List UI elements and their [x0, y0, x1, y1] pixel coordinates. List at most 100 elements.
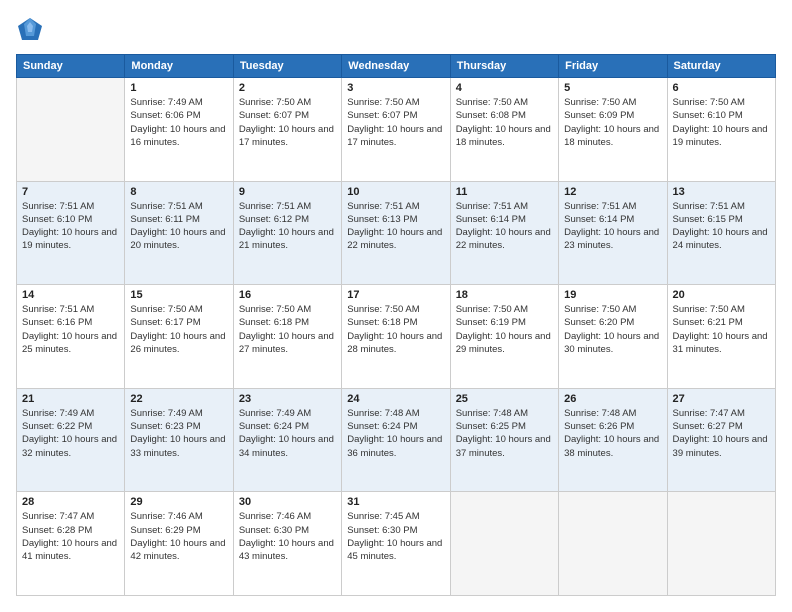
day-info: Sunrise: 7:51 AMSunset: 6:10 PMDaylight:… [22, 200, 119, 253]
day-info: Sunrise: 7:51 AMSunset: 6:15 PMDaylight:… [673, 200, 770, 253]
day-number: 7 [22, 186, 119, 198]
calendar-cell: 25 Sunrise: 7:48 AMSunset: 6:25 PMDayligh… [450, 388, 558, 492]
day-info: Sunrise: 7:50 AMSunset: 6:20 PMDaylight:… [564, 303, 661, 356]
day-number: 13 [673, 186, 770, 198]
day-info: Sunrise: 7:48 AMSunset: 6:26 PMDaylight:… [564, 407, 661, 460]
day-number: 9 [239, 186, 336, 198]
day-info: Sunrise: 7:48 AMSunset: 6:24 PMDaylight:… [347, 407, 444, 460]
weekday-header-monday: Monday [125, 55, 233, 78]
calendar-cell: 30Sunrise: 7:46 AMSunset: 6:30 PMDayligh… [233, 492, 341, 596]
day-number: 4 [456, 82, 553, 94]
day-number: 8 [130, 186, 227, 198]
calendar-cell [17, 78, 125, 182]
day-info: Sunrise: 7:50 AMSunset: 6:07 PMDaylight:… [239, 96, 336, 149]
calendar-cell: 23 Sunrise: 7:49 AMSunset: 6:24 PMDayligh… [233, 388, 341, 492]
header [16, 16, 776, 44]
calendar-cell: 2 Sunrise: 7:50 AMSunset: 6:07 PMDaylight… [233, 78, 341, 182]
day-number: 22 [130, 393, 227, 405]
calendar-cell: 11 Sunrise: 7:51 AMSunset: 6:14 PMDayligh… [450, 181, 558, 285]
day-number: 15 [130, 289, 227, 301]
day-number: 31 [347, 496, 444, 508]
weekday-header-thursday: Thursday [450, 55, 558, 78]
day-info: Sunrise: 7:50 AMSunset: 6:07 PMDaylight:… [347, 96, 444, 149]
logo-icon [16, 16, 44, 44]
calendar-cell: 31 Sunrise: 7:45 AMSunset: 6:30 PMDayligh… [342, 492, 450, 596]
day-info: Sunrise: 7:51 AMSunset: 6:13 PMDaylight:… [347, 200, 444, 253]
calendar-cell: 9 Sunrise: 7:51 AMSunset: 6:12 PMDaylight… [233, 181, 341, 285]
day-info: Sunrise: 7:49 AMSunset: 6:23 PMDaylight:… [130, 407, 227, 460]
day-number: 12 [564, 186, 661, 198]
day-number: 17 [347, 289, 444, 301]
calendar-cell: 20 Sunrise: 7:50 AMSunset: 6:21 PMDayligh… [667, 285, 775, 389]
calendar-cell: 28 Sunrise: 7:47 AMSunset: 6:28 PMDayligh… [17, 492, 125, 596]
day-info: Sunrise: 7:50 AMSunset: 6:17 PMDaylight:… [130, 303, 227, 356]
day-number: 6 [673, 82, 770, 94]
day-number: 10 [347, 186, 444, 198]
calendar-cell: 12 Sunrise: 7:51 AMSunset: 6:14 PMDayligh… [559, 181, 667, 285]
calendar-cell: 14Sunrise: 7:51 AMSunset: 6:16 PMDayligh… [17, 285, 125, 389]
calendar-cell [667, 492, 775, 596]
calendar-week-row: 14Sunrise: 7:51 AMSunset: 6:16 PMDayligh… [17, 285, 776, 389]
calendar-cell: 6 Sunrise: 7:50 AMSunset: 6:10 PMDaylight… [667, 78, 775, 182]
day-info: Sunrise: 7:50 AMSunset: 6:09 PMDaylight:… [564, 96, 661, 149]
day-number: 20 [673, 289, 770, 301]
weekday-header-wednesday: Wednesday [342, 55, 450, 78]
calendar-week-row: 21 Sunrise: 7:49 AMSunset: 6:22 PMDayligh… [17, 388, 776, 492]
calendar-cell: 27Sunrise: 7:47 AMSunset: 6:27 PMDayligh… [667, 388, 775, 492]
day-number: 21 [22, 393, 119, 405]
day-info: Sunrise: 7:50 AMSunset: 6:19 PMDaylight:… [456, 303, 553, 356]
day-info: Sunrise: 7:46 AMSunset: 6:30 PMDaylight:… [239, 510, 336, 563]
calendar-cell: 16 Sunrise: 7:50 AMSunset: 6:18 PMDayligh… [233, 285, 341, 389]
day-number: 28 [22, 496, 119, 508]
calendar-cell: 4 Sunrise: 7:50 AMSunset: 6:08 PMDaylight… [450, 78, 558, 182]
weekday-header-row: SundayMondayTuesdayWednesdayThursdayFrid… [17, 55, 776, 78]
day-info: Sunrise: 7:51 AMSunset: 6:16 PMDaylight:… [22, 303, 119, 356]
calendar-cell: 22 Sunrise: 7:49 AMSunset: 6:23 PMDayligh… [125, 388, 233, 492]
calendar-cell: 21 Sunrise: 7:49 AMSunset: 6:22 PMDayligh… [17, 388, 125, 492]
day-info: Sunrise: 7:51 AMSunset: 6:14 PMDaylight:… [456, 200, 553, 253]
calendar-cell: 17 Sunrise: 7:50 AMSunset: 6:18 PMDayligh… [342, 285, 450, 389]
logo [16, 16, 48, 44]
day-info: Sunrise: 7:50 AMSunset: 6:21 PMDaylight:… [673, 303, 770, 356]
calendar-cell: 13 Sunrise: 7:51 AMSunset: 6:15 PMDayligh… [667, 181, 775, 285]
day-info: Sunrise: 7:45 AMSunset: 6:30 PMDaylight:… [347, 510, 444, 563]
day-info: Sunrise: 7:51 AMSunset: 6:12 PMDaylight:… [239, 200, 336, 253]
day-number: 2 [239, 82, 336, 94]
day-number: 16 [239, 289, 336, 301]
calendar-cell: 3 Sunrise: 7:50 AMSunset: 6:07 PMDaylight… [342, 78, 450, 182]
day-info: Sunrise: 7:49 AMSunset: 6:22 PMDaylight:… [22, 407, 119, 460]
calendar-cell: 26 Sunrise: 7:48 AMSunset: 6:26 PMDayligh… [559, 388, 667, 492]
day-number: 18 [456, 289, 553, 301]
day-number: 1 [130, 82, 227, 94]
day-number: 11 [456, 186, 553, 198]
calendar-cell: 18 Sunrise: 7:50 AMSunset: 6:19 PMDayligh… [450, 285, 558, 389]
day-info: Sunrise: 7:48 AMSunset: 6:25 PMDaylight:… [456, 407, 553, 460]
day-info: Sunrise: 7:50 AMSunset: 6:18 PMDaylight:… [347, 303, 444, 356]
day-info: Sunrise: 7:50 AMSunset: 6:08 PMDaylight:… [456, 96, 553, 149]
weekday-header-tuesday: Tuesday [233, 55, 341, 78]
day-info: Sunrise: 7:51 AMSunset: 6:11 PMDaylight:… [130, 200, 227, 253]
calendar-cell: 24Sunrise: 7:48 AMSunset: 6:24 PMDayligh… [342, 388, 450, 492]
calendar-cell: 7 Sunrise: 7:51 AMSunset: 6:10 PMDaylight… [17, 181, 125, 285]
day-info: Sunrise: 7:47 AMSunset: 6:28 PMDaylight:… [22, 510, 119, 563]
calendar-cell: 5Sunrise: 7:50 AMSunset: 6:09 PMDaylight… [559, 78, 667, 182]
day-number: 25 [456, 393, 553, 405]
day-info: Sunrise: 7:50 AMSunset: 6:18 PMDaylight:… [239, 303, 336, 356]
day-number: 29 [130, 496, 227, 508]
calendar-cell: 1 Sunrise: 7:49 AMSunset: 6:06 PMDaylight… [125, 78, 233, 182]
calendar-cell: 15 Sunrise: 7:50 AMSunset: 6:17 PMDayligh… [125, 285, 233, 389]
day-number: 3 [347, 82, 444, 94]
calendar-cell [450, 492, 558, 596]
day-info: Sunrise: 7:49 AMSunset: 6:24 PMDaylight:… [239, 407, 336, 460]
day-number: 23 [239, 393, 336, 405]
day-info: Sunrise: 7:51 AMSunset: 6:14 PMDaylight:… [564, 200, 661, 253]
day-number: 26 [564, 393, 661, 405]
page: SundayMondayTuesdayWednesdayThursdayFrid… [0, 0, 792, 612]
day-info: Sunrise: 7:49 AMSunset: 6:06 PMDaylight:… [130, 96, 227, 149]
day-info: Sunrise: 7:50 AMSunset: 6:10 PMDaylight:… [673, 96, 770, 149]
weekday-header-sunday: Sunday [17, 55, 125, 78]
calendar-table: SundayMondayTuesdayWednesdayThursdayFrid… [16, 54, 776, 596]
weekday-header-friday: Friday [559, 55, 667, 78]
weekday-header-saturday: Saturday [667, 55, 775, 78]
calendar-cell [559, 492, 667, 596]
